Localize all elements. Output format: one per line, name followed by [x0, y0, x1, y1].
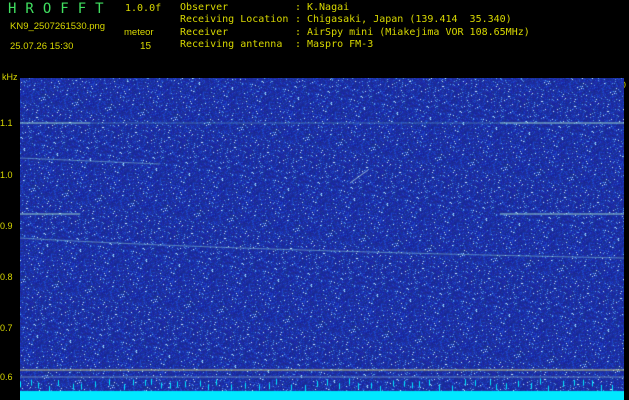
meteor-count: 15 [140, 41, 152, 52]
info-value: Chigasaki, Japan (139.414 35.340) [307, 14, 512, 26]
spectrogram [20, 78, 624, 400]
y-tick-label: 0.7 [0, 323, 13, 333]
app-title: HROFFT [8, 1, 113, 17]
info-value: K.Nagai [307, 2, 350, 13]
spectrogram-canvas [20, 78, 624, 400]
info-key: Receiver [180, 26, 229, 38]
info-value: AirSpy mini (Miakejima VOR 108.65MHz) [307, 26, 530, 38]
version-label: 1.0.0f [125, 3, 162, 14]
y-tick-label: 0.6 [0, 372, 13, 382]
filename-label: KN9_2507261530.png [10, 21, 106, 32]
info-row-receiver: Receiver: AirSpy mini (Miakejima VOR 108.… [180, 26, 530, 38]
info-key: Receiving Location [180, 14, 289, 26]
y-tick-label: 1.0 [0, 170, 13, 180]
station-info: Observer: K.Nagai Receiving Location: Chig… [180, 2, 530, 51]
info-row-antenna: Receiving antenna: Maspro FM-3 [180, 38, 374, 50]
y-tick-label: 0.8 [0, 272, 13, 282]
meteor-label: meteor [124, 27, 154, 38]
info-key: Receiving antenna [180, 38, 283, 50]
info-value: Maspro FM-3 [307, 38, 374, 50]
datetime-label: 25.07.26 15:30 [10, 41, 74, 52]
info-row-location: Receiving Location: Chigasaki, Japan (139… [180, 14, 512, 26]
header-panel: HROFFT 1.0.0f KN9_2507261530.png meteor … [0, 0, 629, 78]
info-key: Observer [180, 2, 229, 13]
y-unit-label: kHz [2, 72, 18, 82]
info-row-observer: Observer: K.Nagai [180, 2, 350, 13]
y-tick-label: 0.9 [0, 221, 13, 231]
y-tick-label: 1.1 [0, 118, 13, 128]
